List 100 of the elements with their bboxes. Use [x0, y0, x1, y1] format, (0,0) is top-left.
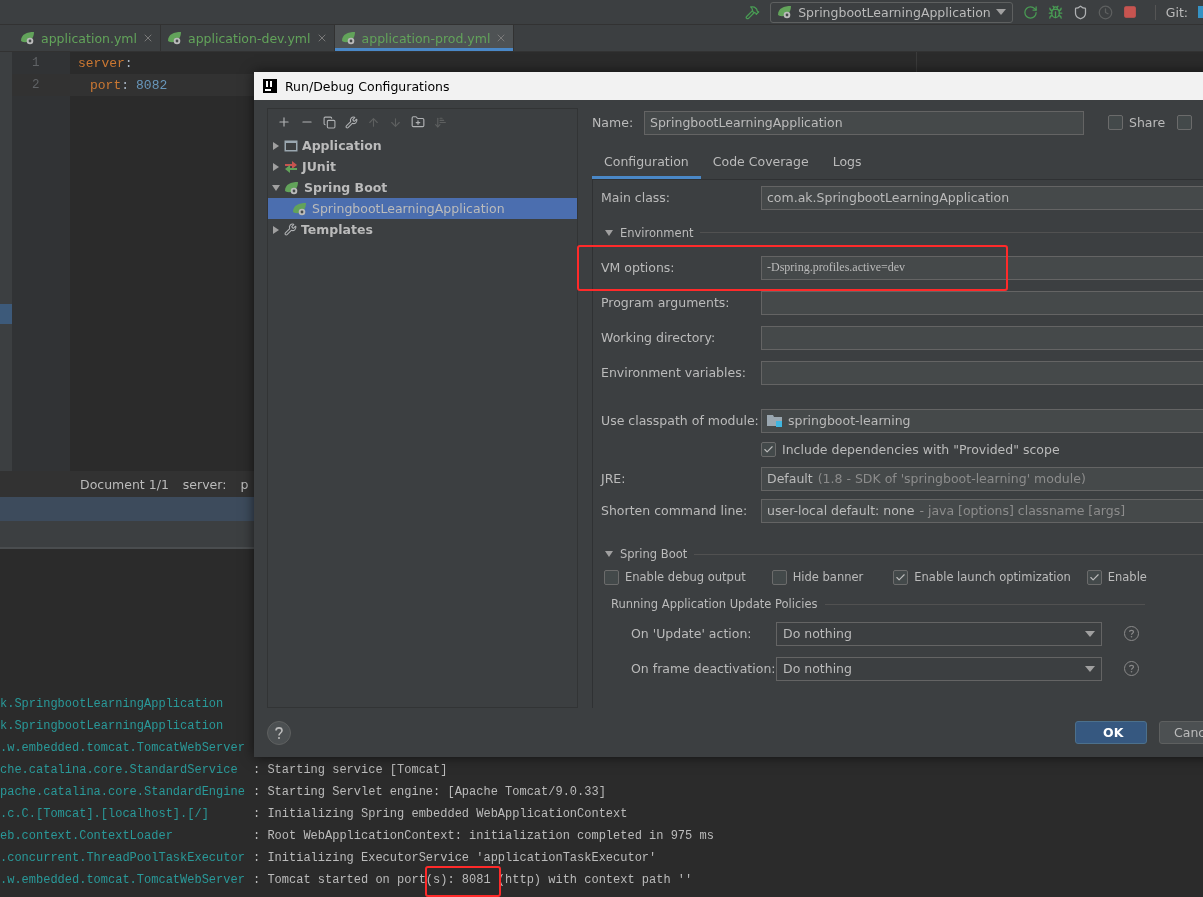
checkmark-icon: [763, 444, 774, 455]
build-hammer-icon[interactable]: [745, 4, 761, 20]
checkbox[interactable]: [1086, 569, 1102, 585]
checkbox[interactable]: [761, 442, 776, 457]
expanded-arrow-icon[interactable]: [605, 228, 613, 237]
tree-item[interactable]: JUnit: [268, 156, 577, 177]
spring-leaf-icon: [777, 5, 794, 19]
field-label: VM options:: [601, 260, 676, 275]
dropdown-arrow-icon: [1085, 630, 1095, 637]
main-class-field[interactable]: com.ak.SpringbootLearningApplication: [761, 185, 1203, 210]
dialog-title: Run/Debug Configurations: [285, 78, 450, 94]
dialog-tab[interactable]: Configuration: [592, 143, 701, 179]
editor-tab[interactable]: application.yml: [14, 25, 161, 51]
tree-item[interactable]: Spring Boot: [268, 177, 577, 198]
log-source: k.SpringbootLearningApplication: [0, 697, 225, 711]
field-label: Shorten command line:: [601, 503, 749, 518]
checkbox[interactable]: [1108, 115, 1123, 130]
field-label: Use classpath of module:: [601, 413, 760, 428]
coverage-shield-icon[interactable]: [1072, 4, 1088, 20]
expanded-arrow-icon[interactable]: [272, 183, 280, 192]
expanded-arrow-icon[interactable]: [605, 550, 613, 558]
log-message: : Initializing ExecutorService 'applicationTaskExecutor': [253, 851, 657, 865]
checkbox-label: Enable debug output: [625, 570, 746, 584]
checkbox[interactable]: [1177, 115, 1193, 130]
module-folder-icon: [767, 414, 783, 427]
wrench-icon: [284, 223, 297, 236]
field-label: Environment variables:: [601, 365, 747, 380]
run-configuration-dropdown[interactable]: SpringbootLearningApplication: [770, 1, 1013, 23]
debug-bug-icon[interactable]: [1047, 4, 1063, 20]
checkbox-label: Include dependencies with "Provided" scope: [782, 442, 1060, 457]
module-field[interactable]: springboot-learning: [761, 408, 1203, 433]
breadcrumb-item[interactable]: p: [240, 476, 249, 492]
tree-item[interactable]: Templates: [268, 219, 577, 240]
checkbox[interactable]: [771, 569, 787, 585]
checkbox[interactable]: [893, 569, 909, 585]
checkbox-label: Enable launch optimization: [914, 570, 1071, 584]
log-message: : Root WebApplicationContext: initialization completed in 975 ms: [253, 829, 714, 843]
checkbox[interactable]: [604, 569, 619, 585]
collapsed-arrow-icon[interactable]: [272, 162, 280, 171]
new-folder-icon[interactable]: [411, 115, 425, 129]
field-label: On frame deactivation:: [631, 661, 776, 676]
spring-leaf-icon: [292, 201, 308, 216]
section-title: Spring Boot: [620, 547, 688, 561]
log-source: .w.embedded.tomcat.TomcatWebServer: [0, 873, 246, 887]
text-field[interactable]: -Dspring.profiles.active=dev: [761, 255, 1203, 280]
move-down-icon[interactable]: [389, 115, 402, 129]
breadcrumb-item[interactable]: server:: [182, 476, 227, 492]
dialog-tab[interactable]: Code Coverage: [700, 143, 821, 179]
policy-dropdown[interactable]: Do nothing: [776, 656, 1102, 681]
policy-dropdown[interactable]: Do nothing: [776, 621, 1102, 646]
spring-leaf-icon: [284, 180, 300, 195]
shorten-command-line-field[interactable]: user-local default: none - java [options] classname [args]: [761, 498, 1203, 523]
copy-icon[interactable]: [323, 115, 336, 129]
collapsed-arrow-icon[interactable]: [272, 225, 280, 234]
field-label: JRE:: [601, 471, 627, 486]
close-icon[interactable]: [142, 32, 154, 44]
dropdown-arrow-icon: [1085, 665, 1095, 672]
text-field[interactable]: [761, 290, 1203, 315]
log-source: pache.catalina.core.StandardEngine: [0, 785, 246, 799]
profiler-clock-icon[interactable]: [1097, 4, 1113, 20]
field-label: Main class:: [601, 190, 672, 205]
section-title: Environment: [620, 225, 694, 240]
log-source: k.SpringbootLearningApplication: [0, 719, 225, 733]
log-message: : Starting Servlet engine: [Apache Tomcat/9.0.33]: [253, 785, 606, 799]
dialog-tab[interactable]: Logs: [820, 143, 874, 179]
sort-icon[interactable]: [434, 115, 447, 129]
checkbox-label: Hide banner: [792, 570, 864, 584]
editor-tab[interactable]: application-dev.yml: [161, 25, 335, 51]
log-source: .concurrent.ThreadPoolTaskExecutor: [0, 851, 246, 865]
collapsed-arrow-icon[interactable]: [272, 141, 280, 150]
log-message: : Starting service [Tomcat]: [253, 763, 448, 777]
group-title: Running Application Update Policies: [611, 597, 818, 611]
app-logo-icon: [263, 79, 277, 93]
log-source: eb.context.ContextLoader: [0, 829, 174, 843]
name-field[interactable]: SpringbootLearningApplication: [644, 110, 1084, 135]
spring-leaf-icon: [20, 31, 36, 45]
move-up-icon[interactable]: [367, 115, 380, 129]
log-source: .c.C.[Tomcat].[localhost].[/]: [0, 807, 210, 821]
dropdown-arrow-icon: [995, 9, 1006, 15]
field-label: Working directory:: [601, 330, 717, 345]
checkmark-icon: [895, 571, 907, 583]
spring-leaf-icon: [340, 31, 357, 45]
spring-leaf-icon: [167, 31, 183, 45]
tree-item[interactable]: Application: [268, 135, 577, 156]
log-source: che.catalina.core.StandardService: [0, 763, 239, 777]
wrench-icon[interactable]: [345, 115, 358, 129]
jre-field[interactable]: Default (1.8 - SDK of 'springboot-learning' module): [761, 466, 1203, 491]
stop-icon[interactable]: [1122, 5, 1137, 19]
breadcrumb-item[interactable]: Document 1/1: [80, 476, 169, 492]
log-message: : Initializing Spring embedded WebApplicationContext: [253, 807, 628, 821]
git-label: Git:: [1154, 4, 1188, 20]
ok-button[interactable]: OK: [1075, 721, 1147, 744]
text-field[interactable]: [761, 360, 1203, 385]
checkbox-label: Share: [1129, 115, 1166, 130]
checkmark-icon: [1088, 571, 1100, 583]
help-button[interactable]: [267, 720, 291, 745]
add-icon[interactable]: [277, 115, 291, 129]
rerun-icon[interactable]: [1022, 4, 1038, 20]
text-field[interactable]: [761, 325, 1203, 350]
field-label: On 'Update' action:: [631, 626, 753, 641]
